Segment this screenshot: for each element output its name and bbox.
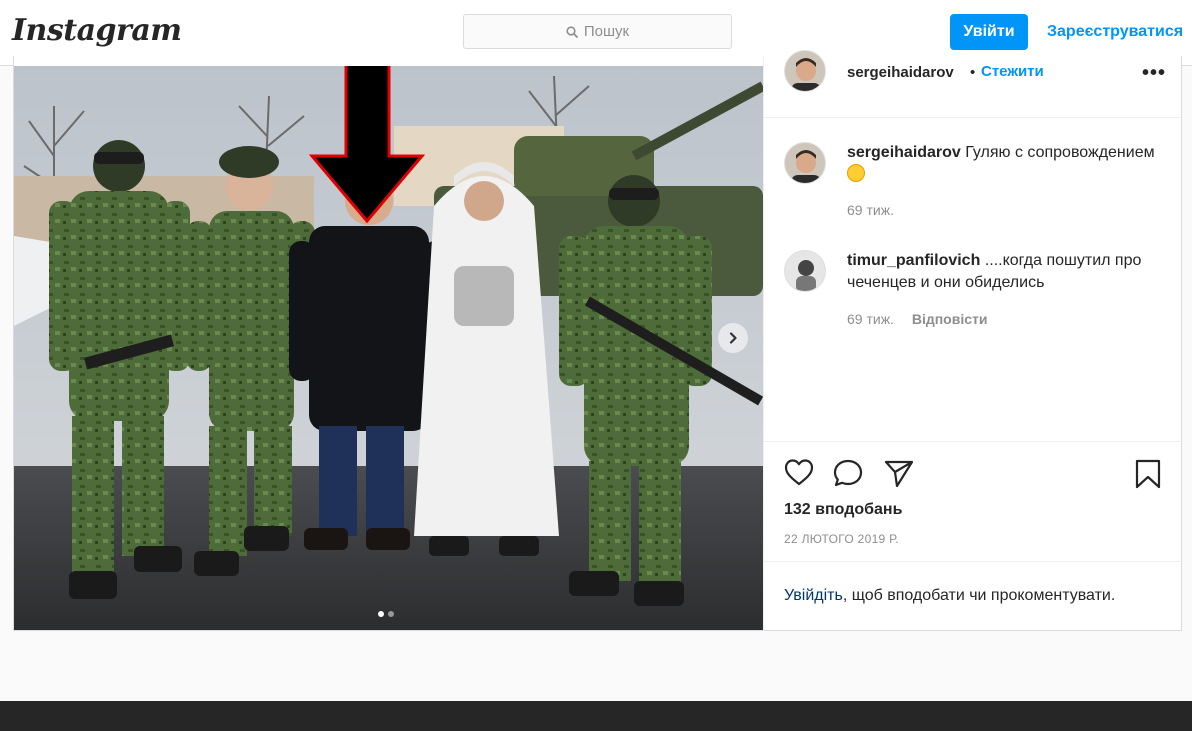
login-to-interact-prompt: Увійдіть, щоб вподобати чи прокоментуват… — [764, 561, 1183, 631]
author-avatar[interactable] — [784, 50, 826, 92]
heart-icon[interactable] — [784, 458, 814, 486]
paper-plane-icon[interactable] — [883, 458, 915, 488]
post-date[interactable]: 22 ЛЮТОГО 2019 Р. — [784, 532, 899, 546]
caption-avatar-image — [785, 143, 825, 183]
header-separator: • — [970, 64, 976, 81]
search-icon — [566, 25, 578, 38]
author-avatar-image — [785, 51, 825, 91]
more-options-icon[interactable]: ••• — [1142, 62, 1166, 85]
post-card: sergeihaidarov • Стежити ••• sergeihaida… — [13, 50, 1183, 631]
grinning-sweat-emoji-icon — [847, 164, 865, 182]
carousel-indicator — [378, 611, 394, 617]
comment-text: timur_panfilovich ....когда пошутил про … — [847, 250, 1157, 294]
caption-username[interactable]: sergeihaidarov — [847, 144, 961, 161]
follow-button[interactable]: Стежити — [981, 63, 1044, 80]
carousel-dot — [378, 611, 384, 617]
chevron-right-icon — [729, 332, 737, 344]
post-actions: 132 вподобань 22 ЛЮТОГО 2019 Р. — [764, 441, 1183, 561]
carousel-next-button[interactable] — [718, 323, 748, 353]
bookmark-icon[interactable] — [1134, 458, 1162, 490]
caption-age[interactable]: 69 тиж. — [847, 202, 894, 218]
caption-author-avatar[interactable] — [784, 142, 826, 184]
comment-username[interactable]: timur_panfilovich — [847, 252, 980, 269]
signup-link[interactable]: Зареєструватися — [1047, 23, 1183, 41]
comments-list: sergeihaidarov Гуляю с сопровождением 69… — [764, 119, 1183, 441]
login-button[interactable]: Увійти — [950, 14, 1028, 50]
carousel-dot — [388, 611, 394, 617]
comment-age[interactable]: 69 тиж. — [847, 311, 894, 327]
author-username[interactable]: sergeihaidarov — [847, 64, 954, 81]
photo-scene — [14, 66, 763, 630]
caption-text: sergeihaidarov Гуляю с сопровождением — [847, 142, 1157, 186]
login-prompt-text: , щоб вподобати чи прокоментувати. — [842, 587, 1116, 604]
post-photo[interactable] — [14, 66, 763, 630]
search-placeholder: Пошук — [583, 23, 630, 40]
search-box[interactable]: Пошук — [463, 14, 732, 49]
instagram-logo[interactable]: Instagram — [12, 13, 182, 48]
login-link[interactable]: Увійдіть — [784, 587, 843, 604]
caption-meta: 69 тиж. — [847, 202, 894, 218]
post-header: sergeihaidarov • Стежити ••• — [764, 50, 1183, 118]
comment-meta: 69 тиж. Відповісти — [847, 311, 987, 327]
comment-icon[interactable] — [832, 458, 864, 488]
reply-button[interactable]: Відповісти — [912, 311, 988, 327]
comment-author-avatar[interactable] — [784, 250, 826, 292]
likes-count[interactable]: 132 вподобань — [784, 501, 902, 519]
post-sidebar: sergeihaidarov • Стежити ••• sergeihaida… — [763, 50, 1183, 631]
footer-bar — [0, 701, 1192, 731]
comment-avatar-image — [785, 251, 825, 291]
caption-body: Гуляю с сопровождением — [965, 144, 1155, 161]
